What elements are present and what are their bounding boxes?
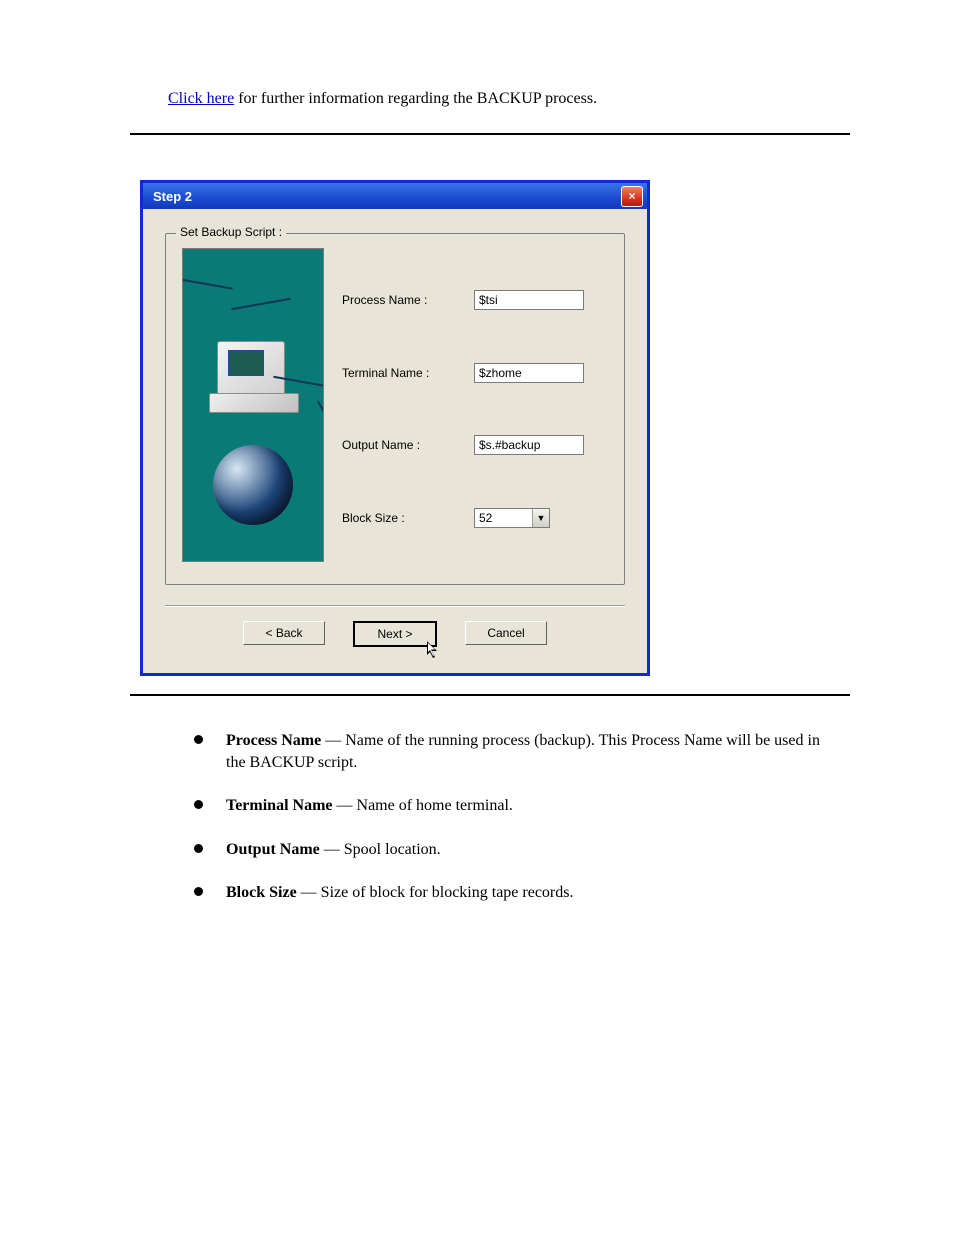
dropdown-arrow-icon[interactable]: ▼ <box>532 509 549 527</box>
bullet-output-name-term: Output Name <box>226 841 320 858</box>
dialog-window: Step 2 × Set Backup Script : <box>140 180 650 676</box>
terminal-name-label: Terminal Name : <box>342 366 470 380</box>
terminal-name-row: Terminal Name : <box>342 363 608 383</box>
bullet-output-name: Output Name — Spool location. <box>186 839 826 861</box>
bullet-output-name-desc: — Spool location. <box>320 841 441 858</box>
process-name-label: Process Name : <box>342 293 470 307</box>
bullet-terminal-name-term: Terminal Name <box>226 797 333 814</box>
dialog-body: Set Backup Script : Process Name : <box>143 209 647 673</box>
close-icon: × <box>628 190 635 202</box>
bullet-process-name-term: Process Name <box>226 732 321 749</box>
block-size-label: Block Size : <box>342 511 470 525</box>
divider-top <box>130 133 850 135</box>
header-text: for further information regarding the BA… <box>234 90 597 107</box>
dialog-side-image <box>182 248 324 562</box>
back-button[interactable]: < Back <box>243 621 325 645</box>
cancel-button[interactable]: Cancel <box>465 621 547 645</box>
output-name-label: Output Name : <box>342 438 470 452</box>
next-button-label: Next > <box>377 627 412 641</box>
block-size-row: Block Size : 52 ▼ <box>342 508 608 528</box>
bullet-terminal-name: Terminal Name — Name of home terminal. <box>186 795 826 817</box>
next-button[interactable]: Next > <box>353 621 437 647</box>
titlebar: Step 2 × <box>143 183 647 209</box>
dialog-title: Step 2 <box>153 189 192 204</box>
button-row: < Back Next > Cancel <box>165 617 625 661</box>
block-size-select[interactable]: 52 ▼ <box>474 508 550 528</box>
set-backup-script-group: Set Backup Script : Process Name : <box>165 233 625 585</box>
close-button[interactable]: × <box>621 186 643 207</box>
divider-bottom <box>130 694 850 696</box>
block-size-value: 52 <box>475 511 532 525</box>
page-header: Click here for further information regar… <box>0 0 954 108</box>
bullet-block-size-term: Block Size <box>226 884 297 901</box>
terminal-name-input[interactable] <box>474 363 584 383</box>
cursor-icon <box>427 641 441 659</box>
process-name-row: Process Name : <box>342 290 608 310</box>
process-name-input[interactable] <box>474 290 584 310</box>
bullet-terminal-name-desc: — Name of home terminal. <box>333 797 513 814</box>
output-name-row: Output Name : <box>342 435 608 455</box>
form-column: Process Name : Terminal Name : Output Na… <box>342 248 608 562</box>
bullet-list: Process Name — Name of the running proce… <box>186 730 826 904</box>
bullet-block-size: Block Size — Size of block for blocking … <box>186 882 826 904</box>
bullet-process-name: Process Name — Name of the running proce… <box>186 730 826 773</box>
output-name-input[interactable] <box>474 435 584 455</box>
bullet-block-size-desc: — Size of block for blocking tape record… <box>297 884 574 901</box>
dialog-screenshot: Step 2 × Set Backup Script : <box>140 180 656 676</box>
info-link[interactable]: Click here <box>168 90 234 108</box>
group-legend: Set Backup Script : <box>176 225 286 239</box>
dialog-separator <box>165 605 625 607</box>
